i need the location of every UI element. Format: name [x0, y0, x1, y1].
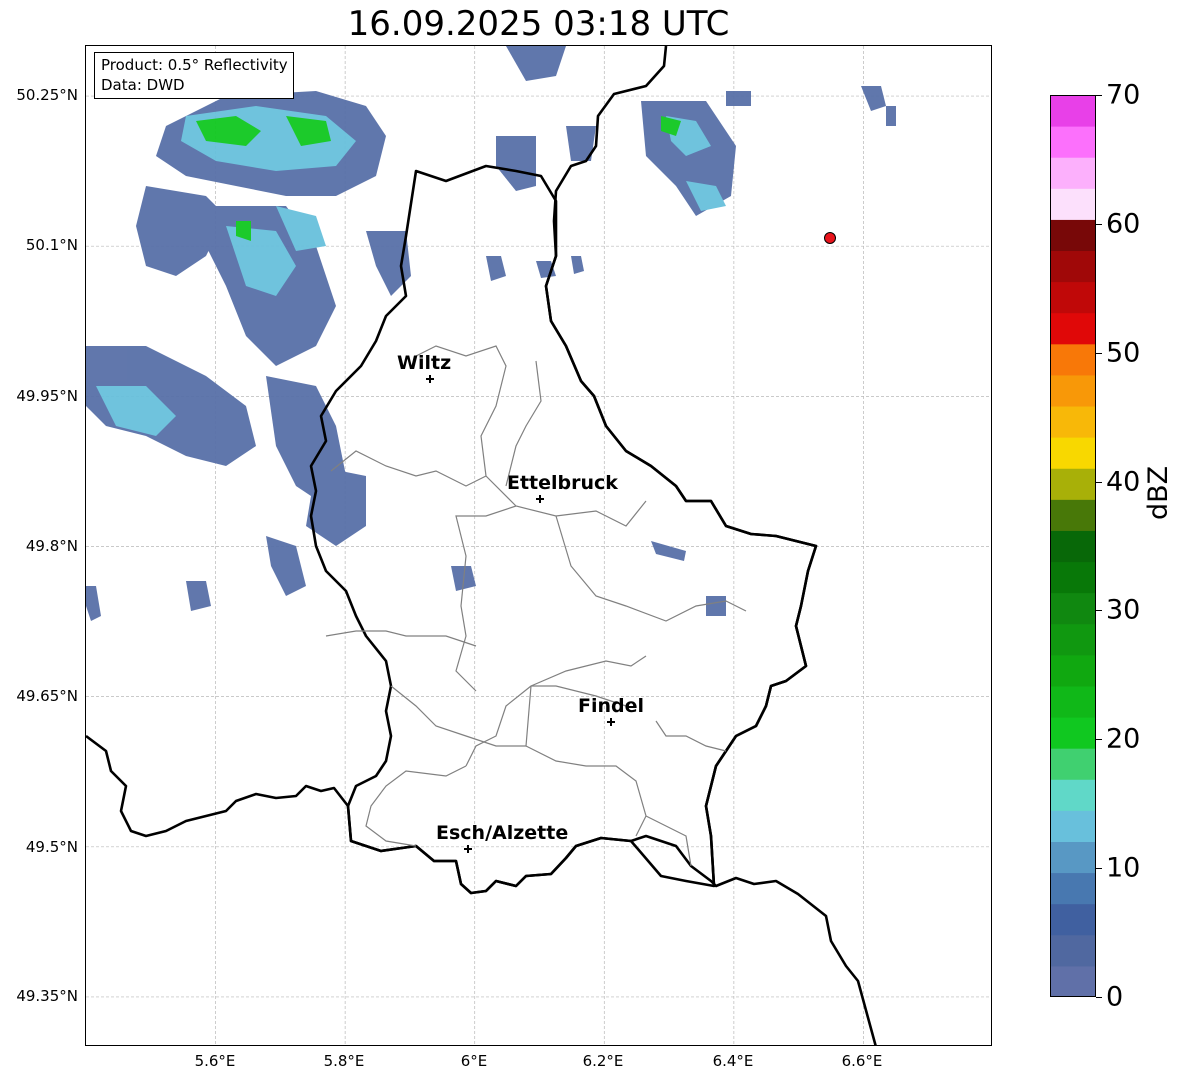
colorbar-segment — [1050, 592, 1096, 625]
colorbar-tick-label: 30 — [1106, 594, 1141, 626]
city-marker-findel — [607, 718, 615, 726]
colorbar-segment — [1050, 934, 1096, 967]
lon-tick-label: 6.4°E — [712, 1052, 754, 1070]
colorbar-tick-mark — [1096, 223, 1102, 225]
colorbar-segment — [1050, 654, 1096, 687]
lon-tick-label: 6°E — [460, 1052, 488, 1070]
canton-borders — [325, 345, 747, 867]
lat-tick-label: 49.35°N — [16, 987, 78, 1005]
lon-tick-label: 6.6°E — [841, 1052, 883, 1070]
colorbar-title: dBZ — [1143, 465, 1174, 520]
colorbar-segment — [1050, 281, 1096, 314]
colorbar-segment — [1050, 623, 1096, 656]
city-esch-alzette: Esch/Alzette — [436, 822, 568, 853]
colorbar-segment — [1050, 779, 1096, 811]
colorbar-segment — [1050, 343, 1096, 376]
colorbar-tick-mark — [1096, 481, 1102, 483]
radar-map-area[interactable]: Wiltz Ettelbruck Findel Esch/Alzette — [85, 45, 992, 1046]
colorbar-segment — [1050, 437, 1096, 469]
city-marker-wiltz — [426, 375, 434, 383]
colorbar-segment — [1050, 903, 1096, 936]
map-canvas: Wiltz Ettelbruck Findel Esch/Alzette — [86, 46, 991, 1045]
colorbar-segment — [1050, 561, 1096, 594]
colorbar-tick-label: 10 — [1106, 852, 1141, 884]
city-label-findel: Findel — [578, 695, 644, 717]
colorbar-tick-label: 50 — [1106, 337, 1141, 369]
lat-tick-label: 50.1°N — [25, 236, 78, 254]
lon-tick-label: 6.2°E — [582, 1052, 624, 1070]
colorbar-tick-label: 0 — [1106, 981, 1124, 1013]
colorbar-tick-label: 20 — [1106, 723, 1141, 755]
colorbar-segment — [1050, 312, 1096, 345]
colorbar-segment — [1050, 468, 1096, 500]
info-box: Product: 0.5° Reflectivity Data: DWD — [94, 52, 294, 99]
colorbar-segment — [1050, 219, 1096, 252]
lat-tick-label: 50.25°N — [16, 86, 78, 104]
colorbar-segment — [1050, 530, 1096, 563]
colorbar-segment — [1050, 499, 1096, 531]
colorbar-segment — [1050, 126, 1096, 158]
lat-tick-label: 49.5°N — [25, 838, 78, 856]
colorbar-segment — [1050, 374, 1096, 407]
colorbar-segment — [1050, 872, 1096, 905]
lat-tick-label: 49.65°N — [16, 687, 78, 705]
city-marker-esch-alzette — [464, 845, 472, 853]
colorbar-segment — [1050, 965, 1096, 997]
city-marker-ettelbruck — [536, 495, 544, 503]
map-gridlines — [86, 46, 991, 1045]
colorbar-segment — [1050, 685, 1096, 718]
data-source-label: Data: DWD — [101, 76, 185, 94]
colorbar-tick-mark — [1096, 95, 1102, 96]
colorbar-tick-mark — [1096, 739, 1102, 741]
colorbar-segment — [1050, 717, 1096, 749]
colorbar-tick-label: 40 — [1106, 466, 1141, 498]
product-label: Product: 0.5° Reflectivity — [101, 56, 288, 74]
lat-tick-label: 49.95°N — [16, 387, 78, 405]
colorbar-segment — [1050, 95, 1096, 127]
city-wiltz: Wiltz — [397, 352, 451, 383]
colorbar-tick-mark — [1096, 868, 1102, 870]
map-title: 16.09.2025 03:18 UTC — [347, 4, 730, 44]
city-label-esch-alzette: Esch/Alzette — [436, 822, 568, 844]
colorbar-tick-mark — [1096, 352, 1102, 354]
lat-tick-label: 49.8°N — [25, 537, 78, 555]
colorbar-segment — [1050, 406, 1096, 438]
lon-tick-label: 5.6°E — [194, 1052, 236, 1070]
colorbar-segment — [1050, 157, 1096, 189]
colorbar-segment — [1050, 250, 1096, 283]
colorbar-segment — [1050, 841, 1096, 874]
colorbar-segment — [1050, 188, 1096, 220]
radar-site-marker — [824, 232, 836, 244]
colorbar — [1050, 95, 1096, 997]
colorbar-segment — [1050, 748, 1096, 780]
colorbar-segment — [1050, 810, 1096, 842]
colorbar-tick-mark — [1096, 610, 1102, 612]
city-findel: Findel — [578, 695, 644, 726]
colorbar-tick-label: 60 — [1106, 208, 1141, 240]
city-label-wiltz: Wiltz — [397, 352, 451, 374]
lon-tick-label: 5.8°E — [323, 1052, 365, 1070]
colorbar-tick-mark — [1096, 997, 1102, 998]
city-ettelbruck: Ettelbruck — [507, 472, 618, 503]
city-label-ettelbruck: Ettelbruck — [507, 472, 618, 494]
colorbar-tick-label: 70 — [1106, 79, 1141, 111]
